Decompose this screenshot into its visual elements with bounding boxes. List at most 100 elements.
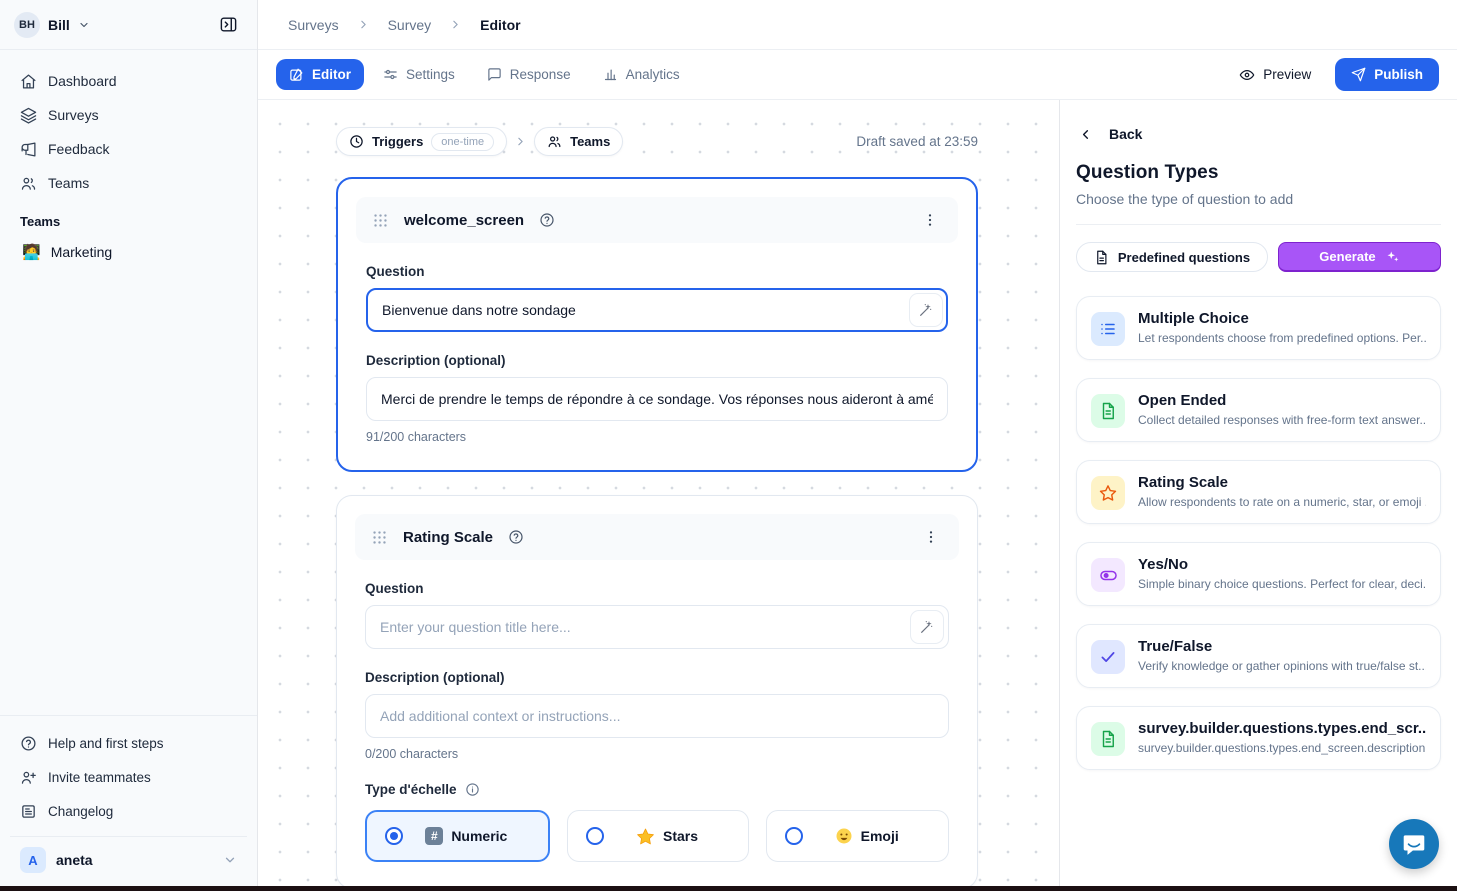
question-type-title: survey.builder.questions.types.end_scr..… (1138, 720, 1426, 737)
question-type-rating-scale[interactable]: Rating Scale Allow respondents to rate o… (1076, 460, 1441, 524)
scale-option-label: Emoji (861, 828, 899, 844)
magic-wand-button[interactable] (909, 293, 943, 327)
chevron-down-icon[interactable] (78, 19, 90, 31)
org-avatar: A (20, 847, 46, 873)
check-icon (1091, 640, 1125, 674)
predefined-questions-button[interactable]: Predefined questions (1076, 242, 1268, 272)
publish-label: Publish (1374, 67, 1423, 82)
question-type-yes-no[interactable]: Yes/No Simple binary choice questions. P… (1076, 542, 1441, 606)
changelog-icon (20, 803, 37, 820)
card-body: Question Description (optional) 0/200 ch… (355, 581, 959, 862)
help-circle-icon[interactable] (539, 212, 555, 228)
tab-analytics[interactable]: Analytics (590, 59, 693, 90)
sidebar-item-surveys[interactable]: Surveys (10, 98, 247, 132)
sidebar-item-label: Surveys (48, 107, 99, 123)
preview-button[interactable]: Preview (1229, 59, 1321, 91)
question-card-rating-scale[interactable]: Rating Scale Question (336, 495, 978, 889)
changelog[interactable]: Changelog (10, 794, 247, 828)
org-switcher[interactable]: A aneta (10, 836, 247, 883)
chat-widget-button[interactable] (1389, 819, 1439, 869)
scale-option-numeric[interactable]: # Numeric (365, 810, 550, 862)
question-type-true-false[interactable]: True/False Verify knowledge or gather op… (1076, 624, 1441, 688)
generate-button[interactable]: Generate (1278, 242, 1441, 272)
breadcrumb-editor: Editor (480, 17, 520, 33)
question-input[interactable] (365, 605, 949, 649)
question-type-multiple-choice[interactable]: Multiple Choice Let respondents choose f… (1076, 296, 1441, 360)
canvas-toolbar: Triggers one-time Teams Draft saved at 2… (336, 127, 978, 156)
star-emoji-icon (636, 827, 655, 846)
drag-handle-icon[interactable] (372, 212, 389, 229)
help-and-first-steps[interactable]: Help and first steps (10, 726, 247, 760)
magic-wand-button[interactable] (910, 610, 944, 644)
question-input[interactable] (366, 288, 948, 332)
scale-option-emoji[interactable]: Emoji (766, 810, 949, 862)
users-icon (547, 134, 562, 149)
teams-section-label: Teams (10, 200, 247, 235)
org-name: aneta (56, 852, 93, 868)
scale-type-options: # Numeric Stars (365, 810, 949, 862)
help-circle-icon[interactable] (508, 529, 524, 545)
question-type-open-ended[interactable]: Open Ended Collect detailed responses wi… (1076, 378, 1441, 442)
sidebar-item-label: Dashboard (48, 73, 117, 89)
info-circle-icon[interactable] (465, 782, 480, 797)
more-options-icon[interactable] (918, 208, 942, 232)
sidebar-item-feedback[interactable]: Feedback (10, 132, 247, 166)
question-card-welcome-screen[interactable]: welcome_screen Question (336, 177, 978, 472)
card-body: Question Description (optional) 91/200 c… (356, 264, 958, 444)
sidebar-item-teams[interactable]: Teams (10, 166, 247, 200)
team-name: Marketing (51, 244, 112, 260)
sparkles-icon (1385, 249, 1400, 264)
question-type-title: Open Ended (1138, 392, 1426, 409)
teams-chip[interactable]: Teams (534, 127, 623, 156)
breadcrumb-survey[interactable]: Survey (388, 17, 432, 33)
question-type-description: survey.builder.questions.types.end_scree… (1138, 741, 1426, 755)
edit-icon (289, 67, 304, 82)
question-label: Question (365, 581, 949, 596)
scale-option-stars[interactable]: Stars (567, 810, 750, 862)
user-name[interactable]: Bill (48, 17, 70, 33)
chat-bubble-icon (1401, 831, 1427, 857)
avatar[interactable]: BH (14, 12, 40, 38)
toolbar: Editor Settings Response Analytics (258, 50, 1457, 100)
tab-editor[interactable]: Editor (276, 59, 364, 90)
chevron-left-icon (1078, 127, 1093, 142)
description-input[interactable] (366, 377, 948, 421)
scale-option-label: Numeric (451, 828, 507, 844)
question-types-panel: Back Question Types Choose the type of q… (1059, 100, 1457, 891)
draft-status: Draft saved at 23:59 (856, 134, 978, 149)
triggers-chip[interactable]: Triggers one-time (336, 127, 507, 156)
scale-type-label-text: Type d'échelle (365, 782, 457, 797)
smiley-emoji-icon (835, 827, 853, 845)
star-icon (1091, 476, 1125, 510)
one-time-badge: one-time (431, 133, 494, 151)
app-window: BH Bill Dashboard Surveys (0, 0, 1457, 891)
sidebar-item-dashboard[interactable]: Dashboard (10, 64, 247, 98)
generate-label: Generate (1319, 249, 1375, 264)
question-type-description: Simple binary choice questions. Perfect … (1138, 577, 1426, 591)
content-area: Triggers one-time Teams Draft saved at 2… (258, 100, 1457, 891)
question-label: Question (366, 264, 948, 279)
tab-label: Settings (406, 67, 455, 82)
tab-settings[interactable]: Settings (370, 59, 468, 90)
user-plus-icon (20, 769, 37, 786)
publish-button[interactable]: Publish (1335, 58, 1439, 91)
footer-item-label: Help and first steps (48, 736, 164, 751)
sidebar-footer: Help and first steps Invite teammates Ch… (0, 715, 257, 891)
tab-label: Analytics (626, 67, 680, 82)
file-text-icon (1091, 722, 1125, 756)
breadcrumb-surveys[interactable]: Surveys (288, 17, 339, 33)
collapse-sidebar-icon[interactable] (213, 10, 243, 40)
char-count: 0/200 characters (365, 747, 949, 761)
more-options-icon[interactable] (919, 525, 943, 549)
question-input-wrap (365, 605, 949, 649)
tab-response[interactable]: Response (474, 59, 584, 90)
question-type-end-screen[interactable]: survey.builder.questions.types.end_scr..… (1076, 706, 1441, 770)
back-button[interactable]: Back (1076, 118, 1441, 162)
description-label: Description (optional) (366, 353, 948, 368)
toolbar-actions: Preview Publish (1229, 58, 1439, 91)
invite-teammates[interactable]: Invite teammates (10, 760, 247, 794)
description-input[interactable] (365, 694, 949, 738)
drag-handle-icon[interactable] (371, 529, 388, 546)
sidebar-item-marketing[interactable]: 🧑‍💻 Marketing (10, 235, 247, 269)
question-input-wrap (366, 288, 948, 332)
